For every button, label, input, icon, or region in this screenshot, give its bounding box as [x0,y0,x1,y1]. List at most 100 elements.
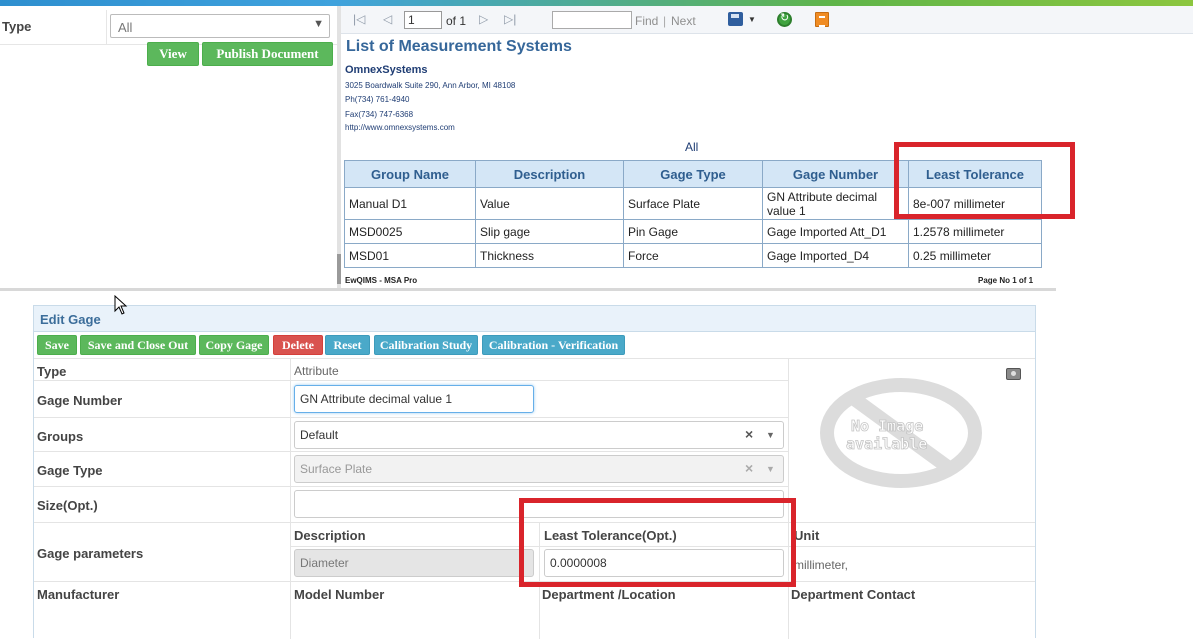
chevron-down-icon[interactable]: ▼ [766,430,775,440]
company-website: http://www.omnexsystems.com [345,123,455,132]
type-value: Attribute [294,364,339,378]
model-number-label: Model Number [294,587,385,602]
type-filter-value: All [118,20,133,35]
previous-page-icon[interactable]: ◁ [383,12,392,26]
copy-gage-button[interactable]: Copy Gage [199,335,269,355]
refresh-icon[interactable] [777,11,792,27]
find-link[interactable]: Find [635,14,658,28]
least-tolerance-highlight [894,142,1075,219]
column-header: Description [475,160,624,188]
first-page-icon[interactable]: |◁ [353,12,365,26]
last-page-icon[interactable]: ▷| [504,12,516,26]
type-filter-row: Type All ▼ [0,10,337,45]
form-divider [34,486,788,487]
next-link[interactable]: Next [671,14,696,28]
report-toolbar: |◁ ◁ 1 of 1 ▷ ▷| Find | Next ▼ [341,6,1193,34]
report-footer-app: EwQIMS - MSA Pro [345,276,418,285]
form-divider [34,380,788,381]
gage-type-select[interactable]: Surface Plate [294,455,784,483]
param-description-header: Description [294,528,366,543]
horizontal-splitter[interactable] [0,288,1056,291]
chevron-down-icon[interactable]: ▼ [766,464,775,474]
table-cell: MSD0025 [344,219,476,244]
manufacturer-label: Manufacturer [37,587,120,602]
department-location-label: Department /Location [542,587,676,602]
table-cell: MSD01 [344,243,476,268]
edit-gage-header: Edit Gage [34,306,1035,332]
groups-label: Groups [37,429,84,444]
form-divider [34,417,788,418]
table-cell: 0.25 millimeter [908,243,1042,268]
report-footer-page: Page No 1 of 1 [978,276,1034,285]
gage-number-input[interactable]: GN Attribute decimal value 1 [294,385,534,413]
form-divider [34,451,788,452]
filter-panel: Type All ▼ View Publish Document [0,6,337,286]
edit-gage-title: Edit Gage [40,312,101,327]
gage-number-label: Gage Number [37,393,123,408]
company-address: 3025 Boardwalk Suite 290, Ann Arbor, MI … [345,81,516,90]
document-map-icon[interactable] [815,12,829,27]
gage-type-value: Surface Plate [300,462,373,476]
table-cell: Pin Gage [623,219,763,244]
find-text-input[interactable] [552,11,632,29]
table-cell: Gage Imported Att_D1 [762,219,909,244]
column-header: Gage Type [623,160,763,188]
report-filter-caption: All [685,140,699,154]
delete-button[interactable]: Delete [273,335,323,355]
table-cell: Value [475,187,624,220]
clear-gage-type-icon[interactable]: × [745,460,753,476]
no-image-text-line1: No Image [851,417,923,435]
form-divider [290,358,291,639]
type-filter-select[interactable]: All ▼ [110,14,330,38]
param-description-input[interactable]: Diameter [294,549,534,577]
toolbar-separator: | [663,14,667,28]
no-image-text-line2: available [846,435,927,453]
least-tolerance-input-highlight [519,498,796,587]
company-name: OmnexSystems [345,64,428,76]
view-button[interactable]: View [147,42,199,66]
table-cell: Force [623,243,763,268]
column-header: Gage Number [762,160,909,188]
mouse-cursor-icon [114,295,128,315]
reset-button[interactable]: Reset [325,335,370,355]
chevron-down-icon: ▼ [313,18,324,30]
table-cell: Slip gage [475,219,624,244]
calibration-verification-button[interactable]: Calibration - Verification [482,335,625,355]
param-unit-value: millimeter, [794,558,849,572]
table-cell: Manual D1 [344,187,476,220]
gage-parameters-label: Gage parameters [37,546,144,561]
calibration-study-button[interactable]: Calibration Study [374,335,478,355]
groups-value: Default [300,428,339,442]
clear-groups-icon[interactable]: × [745,426,753,442]
column-header: Group Name [344,160,476,188]
camera-upload-icon[interactable] [1006,368,1021,380]
save-button[interactable]: Save [37,335,77,355]
next-page-icon[interactable]: ▷ [479,12,488,26]
table-cell: GN Attribute decimal value 1 [762,187,909,220]
type-filter-label: Type [2,19,32,34]
gage-type-label: Gage Type [37,463,103,478]
company-fax: Fax(734) 747-6368 [345,110,414,119]
form-divider [34,358,1035,359]
report-title: List of Measurement Systems [346,38,572,55]
table-cell: 1.2578 millimeter [908,219,1042,244]
table-cell: Surface Plate [623,187,763,220]
table-cell: Thickness [475,243,624,268]
export-dropdown-icon[interactable]: ▼ [748,15,756,24]
save-and-close-button[interactable]: Save and Close Out [80,335,196,355]
page-count-label: of 1 [446,14,467,28]
table-row: MSD01 Thickness Force Gage Imported_D4 0… [344,243,1042,268]
type-label: Type [37,364,67,379]
department-contact-label: Department Contact [791,587,916,602]
page-number-input[interactable]: 1 [404,11,442,29]
table-row: MSD0025 Slip gage Pin Gage Gage Imported… [344,219,1042,244]
size-label: Size(Opt.) [37,498,98,513]
company-phone: Ph(734) 761-4940 [345,95,410,104]
groups-select[interactable]: Default [294,421,784,449]
publish-document-button[interactable]: Publish Document [202,42,333,66]
edit-gage-panel: Edit Gage Save Save and Close Out Copy G… [33,305,1036,639]
table-cell: Gage Imported_D4 [762,243,909,268]
filter-divider [106,10,107,45]
export-save-icon[interactable] [728,12,743,26]
no-image-placeholder: No Image available [820,378,982,488]
